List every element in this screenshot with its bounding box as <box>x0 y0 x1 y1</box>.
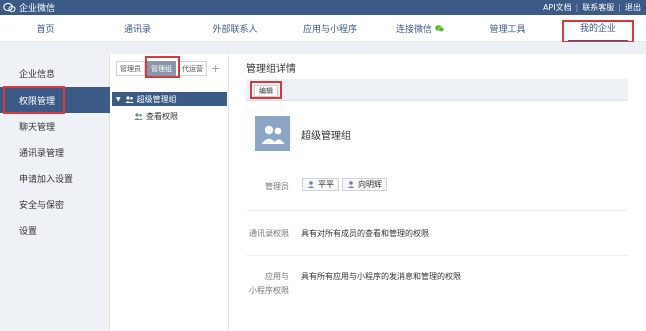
sidebar-item-security[interactable]: 安全与保密 <box>0 191 110 217</box>
top-link-separator: | <box>575 3 579 12</box>
highlight-box-sidebar <box>3 86 65 114</box>
admins-label: 管理员 <box>265 182 289 191</box>
sidebar-item-enterprise-info[interactable]: 企业信息 <box>0 60 110 86</box>
sidebar-item-chat-management[interactable]: 聊天管理 <box>0 113 110 139</box>
divider <box>246 210 628 211</box>
person-icon <box>307 181 315 188</box>
nav-external-contacts[interactable]: 外部联系人 <box>200 15 270 42</box>
top-link-separator: | <box>618 3 621 12</box>
logout-link[interactable]: 退出 <box>625 2 641 13</box>
sidebar-item-join-settings[interactable]: 申请加入设置 <box>0 165 110 191</box>
main-nav: 首页 通讯录 外部联系人 应用与小程序 连接微信 管理工具 我的企业 <box>0 15 646 42</box>
apps-permission-label-line2: 小程序权限 <box>249 286 289 295</box>
apps-permission-value: 具有所有应用与小程序的发消息和管理的权限 <box>301 272 461 281</box>
nav-management-tools[interactable]: 管理工具 <box>480 15 535 42</box>
admin-chip[interactable]: 向明辉 <box>342 178 387 191</box>
sidebar-item-settings[interactable]: 设置 <box>0 217 110 243</box>
group-name: 超级管理组 <box>301 131 351 142</box>
nav-connect-wechat[interactable]: 连接微信 <box>384 15 456 42</box>
sidebar-item-contacts-management[interactable]: 通讯录管理 <box>0 139 110 165</box>
person-icon <box>347 181 355 188</box>
page-title: 管理组详情 <box>246 64 296 75</box>
nav-spacer <box>0 42 646 54</box>
action-bar <box>246 79 628 101</box>
wework-logo-icon <box>3 2 16 13</box>
tab-agency[interactable]: 代运营 <box>178 61 207 76</box>
api-docs-link[interactable]: API文档 <box>543 2 572 13</box>
group-icon <box>124 95 134 103</box>
tree-item-super-admin-group[interactable]: ▼ 超级管理组 <box>112 92 227 106</box>
apps-permission-label-line1: 应用与 <box>265 272 289 281</box>
group-avatar-icon <box>261 125 284 144</box>
contact-support-link[interactable]: 联系客服 <box>582 2 614 13</box>
highlight-box-edit <box>250 81 282 99</box>
admin-name: 平平 <box>318 180 334 189</box>
wechat-icon <box>435 25 444 32</box>
admin-name: 向明辉 <box>358 180 382 189</box>
nav-contacts[interactable]: 通讯录 <box>110 15 165 42</box>
tree-item-label: 超级管理组 <box>136 94 177 104</box>
add-tab-icon[interactable]: + <box>211 61 220 76</box>
nav-connect-wechat-label: 连接微信 <box>395 25 432 35</box>
caret-down-icon[interactable]: ▼ <box>116 96 121 103</box>
app-root: 企业微信 API文档 | 联系客服 | 退出 首页 通讯录 外部联系人 应用与小… <box>0 0 646 331</box>
top-links: API文档 | 联系客服 | 退出 <box>543 1 641 14</box>
nav-apps[interactable]: 应用与小程序 <box>290 15 370 42</box>
app-name: 企业微信 <box>19 4 56 14</box>
group-avatar <box>255 116 290 151</box>
tree-item-label: 查看权限 <box>146 111 178 121</box>
admin-chip[interactable]: 平平 <box>302 178 339 191</box>
divider <box>246 255 628 256</box>
tree-item-view-permission[interactable]: 查看权限 <box>134 109 178 123</box>
contacts-permission-value: 具有对所有成员的查看和管理的权限 <box>301 229 429 238</box>
top-bar: 企业微信 API文档 | 联系客服 | 退出 <box>0 0 646 15</box>
highlight-box-nav <box>562 20 634 43</box>
group-icon <box>134 112 143 120</box>
highlight-box-tab <box>145 56 180 78</box>
contacts-permission-label: 通讯录权限 <box>249 229 289 238</box>
tab-admins[interactable]: 管理员 <box>116 61 145 76</box>
brand[interactable]: 企业微信 <box>3 1 55 14</box>
nav-home[interactable]: 首页 <box>18 15 73 42</box>
